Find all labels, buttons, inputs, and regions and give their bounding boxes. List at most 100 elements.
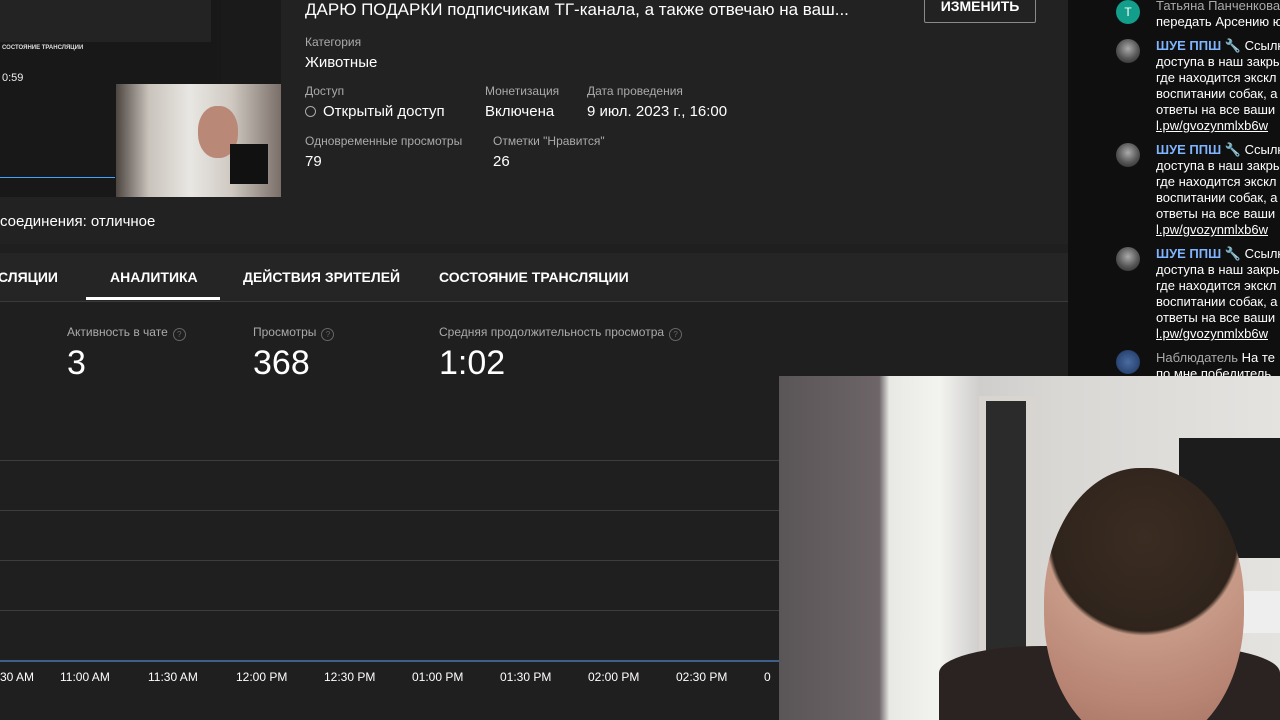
category-label: Категория bbox=[305, 35, 362, 49]
chat-message-line: Ссылк bbox=[1244, 246, 1280, 261]
help-icon[interactable]: ? bbox=[321, 328, 335, 341]
chart-x-tick-label: 01:30 PM bbox=[500, 670, 552, 684]
chat-author[interactable]: ШУЕ ППШ bbox=[1156, 38, 1221, 53]
chat-author[interactable]: ШУЕ ППШ bbox=[1156, 142, 1221, 157]
tab-bar: СЛЯЦИИ АНАЛИТИКА ДЕЙСТВИЯ ЗРИТЕЛЕЙ СОСТО… bbox=[0, 253, 1068, 302]
avatar bbox=[1116, 247, 1140, 271]
preview-chat bbox=[221, 0, 281, 84]
chart-x-tick-label: 02:00 PM bbox=[588, 670, 640, 684]
metric-views-text: Просмотры bbox=[253, 325, 317, 339]
chart-x-tick-label: 11:00 AM bbox=[60, 670, 110, 684]
edit-button[interactable]: ИЗМЕНИТЬ bbox=[924, 0, 1036, 23]
date-label: Дата проведения bbox=[587, 84, 683, 98]
chat-message-line: ответы на все ваши bbox=[1156, 310, 1276, 325]
chat-author[interactable]: Наблюдатель bbox=[1156, 350, 1238, 365]
avatar: Т bbox=[1116, 0, 1140, 24]
help-icon[interactable]: ? bbox=[172, 328, 186, 341]
chart-gridline bbox=[0, 460, 779, 461]
avatar bbox=[1116, 39, 1140, 63]
category-value: Животные bbox=[305, 54, 378, 71]
chat-message: ШУЕ ППШ 🔧 Ссылк доступа в наш закры где … bbox=[1156, 246, 1280, 342]
wrench-icon: 🔧 bbox=[1221, 142, 1245, 157]
active-tab-indicator bbox=[86, 297, 220, 300]
preview-timer: 0:59 bbox=[2, 72, 24, 84]
stream-title: ДАРЮ ПОДАРКИ подписчикам ТГ-канала, а та… bbox=[305, 0, 849, 19]
chart-x-tick-label: 30 AM bbox=[0, 670, 35, 684]
chart-series-line bbox=[0, 660, 779, 662]
stream-preview[interactable]: СОСТОЯНИЕ ТРАНСЛЯЦИИ 0:59 bbox=[0, 0, 281, 197]
webcam-overlay bbox=[779, 376, 1280, 720]
access-value-wrap: Открытый доступ bbox=[305, 103, 445, 120]
metric-views-label: Просмотры? bbox=[253, 325, 335, 341]
chat-message-line: ответы на все ваши bbox=[1156, 206, 1276, 221]
preview-panel bbox=[0, 0, 211, 42]
chat-message-line: ответы на все ваши bbox=[1156, 102, 1276, 117]
tab-broadcast-settings[interactable]: СЛЯЦИИ bbox=[0, 269, 58, 285]
metric-views-value: 368 bbox=[253, 344, 310, 382]
preview-chart-line bbox=[0, 177, 115, 178]
likes-label: Отметки "Нравится" bbox=[493, 134, 605, 148]
access-value: Открытый доступ bbox=[323, 103, 445, 120]
chat-link[interactable]: l.pw/gvozynmlxb6w bbox=[1156, 222, 1280, 238]
tab-analytics[interactable]: АНАЛИТИКА bbox=[110, 269, 198, 285]
stream-info-card: СОСТОЯНИЕ ТРАНСЛЯЦИИ 0:59 ДАРЮ ПОДАРКИ п… bbox=[0, 0, 1068, 244]
chat-message: ШУЕ ППШ 🔧 Ссылк доступа в наш закры где … bbox=[1156, 38, 1280, 134]
chat-link[interactable]: l.pw/gvozynmlxb6w bbox=[1156, 118, 1280, 134]
chat-message-line: где находится экскл bbox=[1156, 70, 1277, 85]
wrench-icon: 🔧 bbox=[1221, 38, 1245, 53]
chart-x-tick-label: 0 bbox=[764, 670, 771, 684]
chat-message-line: передать Арсению ю bbox=[1156, 14, 1280, 29]
avatar bbox=[1116, 143, 1140, 167]
webcam-door bbox=[986, 401, 1026, 666]
chat-message: Татьяна Панченкова передать Арсению ю bbox=[1156, 0, 1280, 30]
chart-x-tick-label: 01:00 PM bbox=[412, 670, 464, 684]
chat-author[interactable]: ШУЕ ППШ bbox=[1156, 246, 1221, 261]
globe-icon bbox=[305, 106, 316, 117]
chat-message-line: доступа в наш закры bbox=[1156, 158, 1280, 173]
date-value: 9 июл. 2023 г., 16:00 bbox=[587, 103, 728, 120]
chart-x-tick-label: 11:30 AM bbox=[148, 670, 198, 684]
concurrent-viewers-label: Одновременные просмотры bbox=[305, 134, 463, 148]
access-label: Доступ bbox=[305, 84, 345, 98]
metric-avg-duration-value: 1:02 bbox=[439, 344, 506, 382]
preview-webcam bbox=[116, 84, 281, 197]
chat-message-line: где находится экскл bbox=[1156, 278, 1277, 293]
tab-viewer-actions[interactable]: ДЕЙСТВИЯ ЗРИТЕЛЕЙ bbox=[243, 269, 400, 285]
chart-gridline bbox=[0, 560, 779, 561]
chat-message-line: Ссылк bbox=[1244, 38, 1280, 53]
webcam-person bbox=[1044, 468, 1244, 720]
chat-message: ШУЕ ППШ 🔧 Ссылк доступа в наш закры где … bbox=[1156, 142, 1280, 238]
metric-avg-duration-text: Средняя продолжительность просмотра bbox=[439, 325, 665, 339]
chat-message-line: воспитании собак, а bbox=[1156, 190, 1278, 205]
chat-message-line: воспитании собак, а bbox=[1156, 86, 1278, 101]
chat-message-line: доступа в наш закры bbox=[1156, 54, 1280, 69]
chat-author[interactable]: Татьяна Панченкова bbox=[1156, 0, 1280, 14]
help-icon[interactable]: ? bbox=[669, 328, 683, 341]
chart-x-tick-label: 02:30 PM bbox=[676, 670, 728, 684]
chat-message-line: На те bbox=[1241, 350, 1275, 365]
chart-gridline bbox=[0, 510, 779, 511]
chat-message-line: где находится экскл bbox=[1156, 174, 1277, 189]
chat-message-line: воспитании собак, а bbox=[1156, 294, 1278, 309]
metric-chat-activity-text: Активность в чате bbox=[67, 325, 168, 339]
metric-chat-activity-label: Активность в чате? bbox=[67, 325, 186, 341]
wrench-icon: 🔧 bbox=[1221, 246, 1245, 261]
monetization-label: Монетизация bbox=[485, 84, 560, 98]
analytics-chart: 30 AM 11:00 AM 11:30 AM 12:00 PM 12:30 PM 01:… bbox=[0, 440, 779, 690]
chart-x-tick-label: 12:30 PM bbox=[324, 670, 376, 684]
concurrent-viewers-value: 79 bbox=[305, 153, 322, 170]
connection-status: соединения: отличное bbox=[0, 213, 156, 230]
metric-chat-activity-value: 3 bbox=[67, 344, 86, 382]
chat-link[interactable]: l.pw/gvozynmlxb6w bbox=[1156, 326, 1280, 342]
chart-gridline bbox=[0, 610, 779, 611]
chat-message-line: доступа в наш закры bbox=[1156, 262, 1280, 277]
tab-stream-health[interactable]: СОСТОЯНИЕ ТРАНСЛЯЦИИ bbox=[439, 269, 629, 285]
metric-avg-duration-label: Средняя продолжительность просмотра? bbox=[439, 325, 683, 341]
chart-x-tick-label: 12:00 PM bbox=[236, 670, 288, 684]
preview-section-label: СОСТОЯНИЕ ТРАНСЛЯЦИИ bbox=[2, 45, 84, 51]
monetization-value: Включена bbox=[485, 103, 555, 120]
likes-value: 26 bbox=[493, 153, 510, 170]
preview-logo-badge bbox=[230, 144, 268, 184]
chat-message-line: Ссылк bbox=[1244, 142, 1280, 157]
avatar bbox=[1116, 350, 1140, 374]
